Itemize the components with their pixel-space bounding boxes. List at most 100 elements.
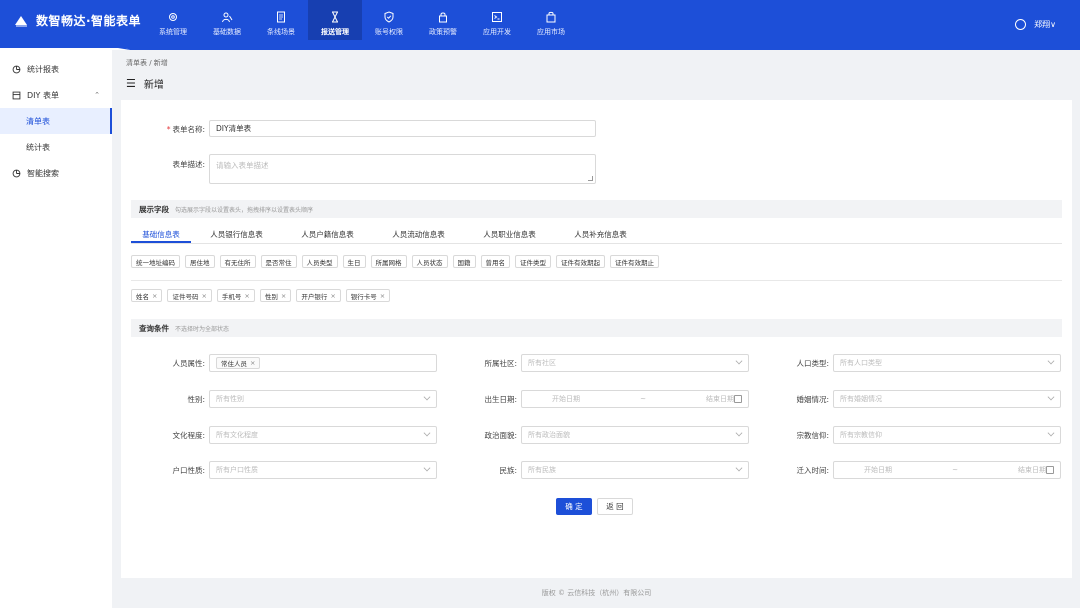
section-title: 查询条件 <box>139 323 169 333</box>
users-icon <box>222 12 233 23</box>
sidebar-item-stat-table[interactable]: 统计表 <box>0 134 112 160</box>
selected-tag: 常住人员 × <box>216 357 261 369</box>
field-chip[interactable]: 国籍 <box>452 255 476 268</box>
form-name-input[interactable]: DIY清单表 <box>209 120 596 137</box>
nav-label: 应用开发 <box>483 28 511 36</box>
tab-bank-info[interactable]: 人员银行信息表 <box>191 228 282 243</box>
field-chip[interactable]: 证件类型 <box>515 255 551 268</box>
tab-household-info[interactable]: 人员户籍信息表 <box>282 228 373 243</box>
close-icon[interactable]: × <box>201 292 206 300</box>
shield-icon <box>384 11 394 23</box>
close-icon[interactable]: × <box>244 292 249 300</box>
lock-icon <box>439 12 447 23</box>
field-chip[interactable]: 人员类型 <box>301 255 338 268</box>
page-header: ☰ 新增 <box>126 76 164 91</box>
close-icon[interactable]: × <box>380 292 385 300</box>
available-fields: 统一地址编码 居住地 有无住所 是否常住 人员类型 生日 所属网格 人员状态 国… <box>131 255 659 268</box>
main-card: * 表单名称: DIY清单表 表单描述: 请输入表单描述 展示字段 勾选展示字段以… <box>121 100 1072 578</box>
field-chip[interactable]: 有无住所 <box>219 255 256 268</box>
chevron-down-icon <box>423 429 431 437</box>
sidebar: 统计报表 DIY 表单 ⌃ 清单表 统计表 智能搜索 <box>0 50 112 608</box>
tab-flow-info[interactable]: 人员流动信息表 <box>373 228 464 243</box>
query-population-type: 人口类型: 所有人口类型 <box>745 354 1061 372</box>
field-chip[interactable]: 证件有效期止 <box>610 255 659 268</box>
selected-field-chip[interactable]: 银行卡号 × <box>345 289 391 302</box>
sidebar-item-stat-report[interactable]: 统计报表 <box>0 56 112 82</box>
chevron-up-icon: ⌃ <box>94 91 100 99</box>
marriage-select[interactable]: 所有婚姻情况 <box>833 390 1061 408</box>
selected-field-chip[interactable]: 开户银行 × <box>296 289 341 302</box>
tab-basic-info[interactable]: 基础信息表 <box>131 228 191 243</box>
birth-date-range[interactable]: 开始日期 ~ 结束日期 <box>521 390 749 408</box>
field-chip[interactable]: 所属网格 <box>370 255 407 268</box>
calendar-icon <box>734 395 742 403</box>
field-chip[interactable]: 曾用名 <box>480 255 510 268</box>
sidebar-item-label: 统计表 <box>26 142 50 152</box>
breadcrumb: 清单表 / 新增 <box>126 59 168 67</box>
table-tabs: 基础信息表 人员银行信息表 人员户籍信息表 人员流动信息表 人员职业信息表 人员… <box>131 228 1062 244</box>
field-chip[interactable]: 证件有效期起 <box>556 255 605 268</box>
brand[interactable]: 数智畅达·智能表单 <box>14 0 141 40</box>
form-name-label: * 表单名称: <box>166 125 205 134</box>
menu-icon[interactable]: ☰ <box>126 77 136 90</box>
ethnicity-select[interactable]: 所有民族 <box>521 461 749 479</box>
field-chip[interactable]: 生日 <box>342 255 366 268</box>
hukou-select[interactable]: 所有户口性质 <box>209 461 437 479</box>
education-select[interactable]: 所有文化程度 <box>209 426 437 444</box>
resize-handle[interactable] <box>588 176 593 181</box>
sidebar-item-smart-search[interactable]: 智能搜索 <box>0 160 112 186</box>
gender-select[interactable]: 所有性别 <box>209 390 437 408</box>
display-fields-section: 展示字段 勾选展示字段以设置表头，拖拽排序以设置表头顺序 <box>131 200 1062 218</box>
required-mark: * <box>166 125 171 134</box>
close-icon[interactable]: × <box>250 359 255 367</box>
move-in-date-range[interactable]: 开始日期 ~ 结束日期 <box>833 461 1061 479</box>
tab-job-info[interactable]: 人员职业信息表 <box>464 228 555 243</box>
query-education: 文化程度: 所有文化程度 <box>121 426 437 444</box>
field-chip[interactable]: 居住地 <box>185 255 215 268</box>
back-button[interactable]: 返 回 <box>597 498 633 515</box>
nav-label: 账号权限 <box>375 28 403 36</box>
population-type-select[interactable]: 所有人口类型 <box>833 354 1061 372</box>
section-title: 展示字段 <box>139 204 169 214</box>
sidebar-item-label: 智能搜索 <box>27 168 59 178</box>
chevron-down-icon <box>735 357 743 365</box>
chevron-down-icon <box>423 393 431 401</box>
community-select[interactable]: 所有社区 <box>521 354 749 372</box>
query-person-attr: 人员属性: 常住人员 × <box>121 354 437 372</box>
field-chip[interactable]: 人员状态 <box>411 255 448 268</box>
close-icon[interactable]: × <box>330 292 335 300</box>
query-religion: 宗教信仰: 所有宗教信仰 <box>745 426 1061 444</box>
close-icon[interactable]: × <box>281 292 286 300</box>
selected-field-chip[interactable]: 姓名 × <box>131 289 163 302</box>
hourglass-icon <box>332 11 338 23</box>
query-marriage: 婚姻情况: 所有婚姻情况 <box>745 390 1061 408</box>
chevron-down-icon <box>423 464 431 472</box>
query-hukou: 户口性质: 所有户口性质 <box>121 461 437 479</box>
divider <box>131 280 1062 281</box>
selected-field-chip[interactable]: 性别 × <box>259 289 292 302</box>
tab-extra-info[interactable]: 人员补充信息表 <box>555 228 646 243</box>
nav-label: 政策预警 <box>429 28 457 36</box>
selected-fields: 姓名 × 证件号码 × 手机号 × 性别 × 开户银行 × 银行卡号 × <box>131 289 391 302</box>
terminal-icon <box>492 12 502 22</box>
user-name: 郑翔∨ <box>1034 19 1056 29</box>
chevron-down-icon <box>1047 393 1055 401</box>
sidebar-item-label: 清单表 <box>26 116 50 126</box>
close-icon[interactable]: × <box>152 292 157 300</box>
field-chip[interactable]: 是否常住 <box>260 255 297 268</box>
person-attr-select[interactable]: 常住人员 × <box>209 354 437 372</box>
bag-icon <box>546 11 556 23</box>
page-title: 新增 <box>143 80 164 91</box>
religion-select[interactable]: 所有宗教信仰 <box>833 426 1061 444</box>
selected-field-chip[interactable]: 证件号码 × <box>167 289 212 302</box>
document-icon <box>277 11 285 23</box>
political-select[interactable]: 所有政治面貌 <box>521 426 749 444</box>
section-hint: 勾选展示字段以设置表头，拖拽排序以设置表头顺序 <box>175 206 314 214</box>
confirm-button[interactable]: 确 定 <box>556 498 592 515</box>
chevron-down-icon <box>735 464 743 472</box>
sidebar-item-diy-form[interactable]: DIY 表单 ⌃ <box>0 82 112 108</box>
form-desc-textarea[interactable]: 请输入表单描述 <box>209 154 596 184</box>
field-chip[interactable]: 统一地址编码 <box>131 255 180 268</box>
sidebar-item-list-table[interactable]: 清单表 <box>0 108 112 134</box>
selected-field-chip[interactable]: 手机号 × <box>216 289 255 302</box>
